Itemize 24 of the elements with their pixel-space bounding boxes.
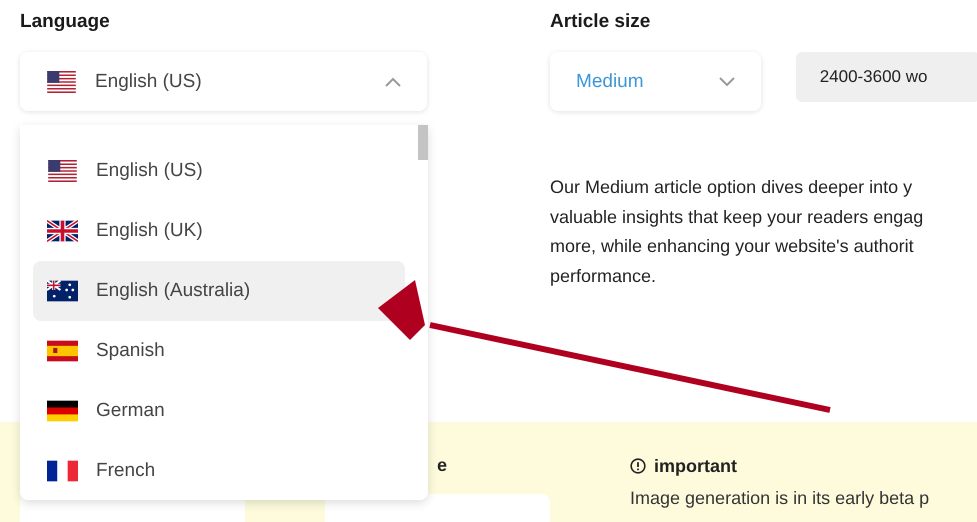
scrollbar-thumb[interactable]: [418, 125, 428, 160]
field-label: Article size: [550, 10, 652, 34]
flag-icon: [47, 400, 78, 422]
chevron-down-icon: [718, 76, 735, 86]
field-label: Language: [20, 10, 111, 34]
flag-icon: [47, 460, 78, 482]
flag-icon: [47, 340, 78, 362]
field-label: e: [437, 454, 448, 476]
flag-icon: [47, 220, 78, 242]
word-count-range: 2400-3600 wo: [796, 52, 977, 102]
notice-title: important: [654, 456, 737, 476]
language-option[interactable]: English (Australia): [33, 261, 405, 321]
language-option[interactable]: French: [33, 441, 405, 501]
notice-text: Image generation is in its early beta p: [630, 488, 930, 509]
alert-icon: [630, 458, 646, 474]
flag-icon: [47, 160, 78, 182]
language-option[interactable]: English (US): [33, 141, 405, 201]
language-option[interactable]: German: [33, 381, 405, 441]
flag-icon: [46, 70, 77, 92]
language-option[interactable]: English (UK): [33, 201, 405, 261]
description-text: Our Medium article option dives deeper into y valuable insights that keep your readers engag more, while enhancing your website's authorit performance.: [550, 176, 924, 288]
language-option[interactable]: Spanish: [33, 321, 405, 381]
language-select[interactable]: English (US): [20, 52, 427, 111]
flag-icon: [47, 280, 78, 302]
